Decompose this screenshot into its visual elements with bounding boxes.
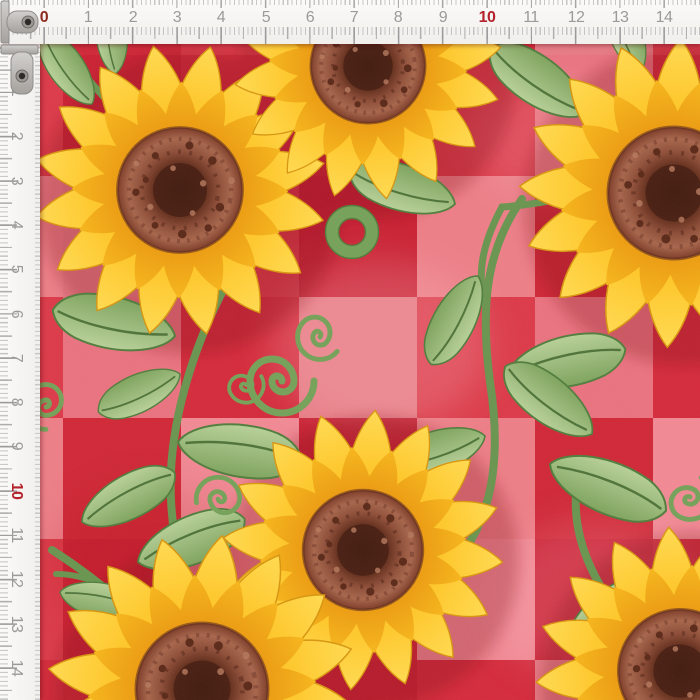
ruler-number-highlighted: 10 [479,10,496,26]
ruler-number: 11 [523,10,539,26]
ruler-number: 2 [129,10,137,26]
ruler-number: 12 [568,10,585,26]
ruler-number: 3 [8,177,24,185]
ruler-number: 9 [8,442,24,450]
ruler-number: 6 [8,310,24,318]
ruler-number: 9 [439,10,447,26]
tape-metal-hook [0,44,44,100]
ruler-tick-marks [0,0,700,8]
horizontal-ruler: 0 1 2 3 4 5 6 7 8 9 10 11 12 13 14 [0,0,700,44]
ruler-number: 4 [217,10,225,26]
ruler-number: 7 [350,10,358,26]
ruler-tick-marks [0,44,17,700]
ruler-number: 7 [8,354,24,362]
fabric-texture-overlay [40,44,700,700]
ruler-number: 13 [8,616,24,633]
ruler-number: 14 [656,10,673,26]
vertical-ruler: 1 2 3 4 5 6 7 8 9 10 11 12 13 14 [0,44,40,700]
tape-metal-hook [0,0,44,44]
ruler-number: 8 [8,398,24,406]
fabric-swatch [40,44,700,700]
ruler-number: 13 [612,10,629,26]
ruler-number: 3 [173,10,181,26]
ruler-number: 2 [8,132,24,140]
ruler-number-highlighted: 10 [8,483,24,500]
ruler-number: 5 [8,265,24,273]
ruler-tick-marks [35,44,40,700]
ruler-number: 5 [262,10,270,26]
ruler-number: 12 [8,571,24,588]
ruler-number: 8 [394,10,402,26]
ruler-tick-marks [0,27,700,44]
ruler-number: 14 [8,660,24,677]
fabric-swatch-photo: 0 1 2 3 4 5 6 7 8 9 10 11 12 13 14 1 2 3… [0,0,700,700]
ruler-number: 6 [306,10,314,26]
ruler-number: 1 [84,10,92,26]
ruler-number: 11 [8,527,24,543]
ruler-number: 4 [8,221,24,229]
